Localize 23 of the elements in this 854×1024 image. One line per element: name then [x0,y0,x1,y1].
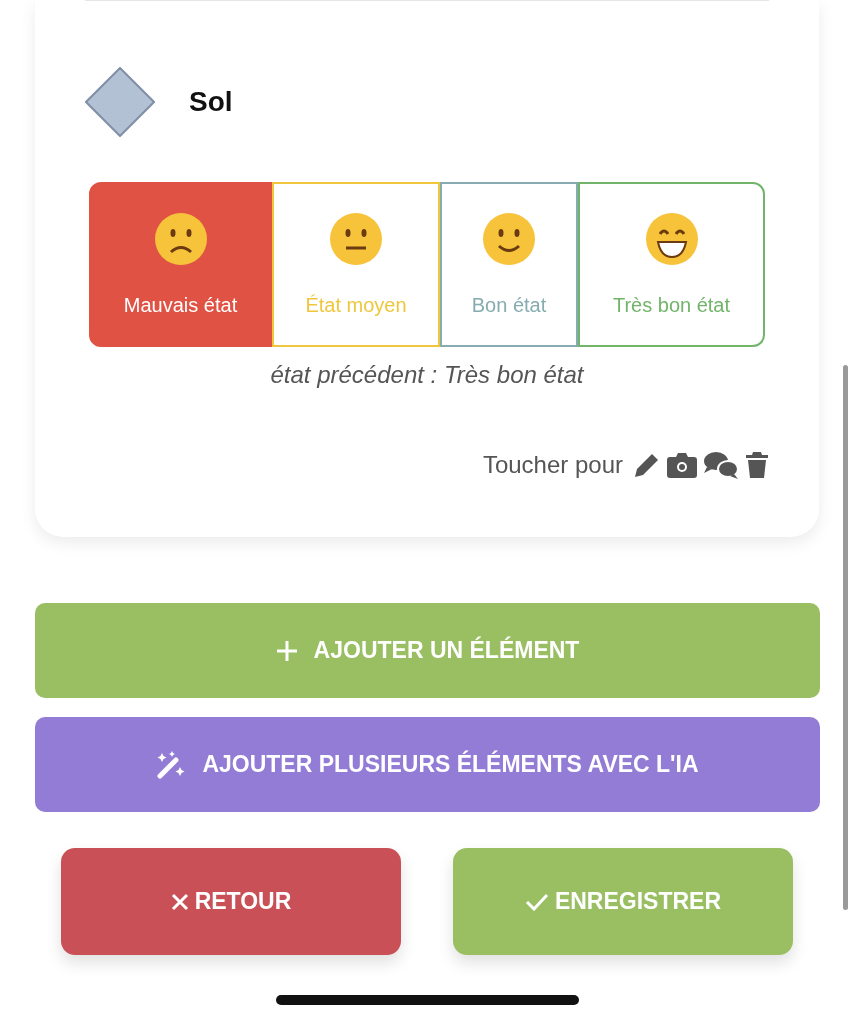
smile-face-icon [482,212,536,266]
condition-option[interactable]: Mauvais état [89,182,272,347]
worried-face-icon [153,212,208,266]
previous-state-text: état précédent : Très bon état [269,361,585,389]
save-button[interactable]: ENREGISTRER [453,848,793,955]
condition-option[interactable]: Très bon état [578,182,765,347]
trash-icon[interactable] [745,451,769,479]
camera-icon[interactable] [667,452,697,478]
back-button[interactable]: RETOUR [61,848,401,955]
neutral-face-icon [329,212,383,266]
comments-icon[interactable] [703,451,739,479]
pencil-icon[interactable] [633,451,661,479]
magic-wand-icon [156,750,187,779]
plus-icon [275,639,298,662]
condition-option[interactable]: Bon état [440,182,578,347]
element-name: Sol [189,86,233,118]
add-element-button[interactable]: AJOUTER UN ÉLÉMENT [35,603,820,698]
add-with-ai-button[interactable]: AJOUTER PLUSIEURS ÉLÉMENTS AVEC L'IA [35,717,820,812]
condition-option[interactable]: État moyen [272,182,440,347]
grin-face-icon [644,212,699,266]
close-icon [170,892,189,911]
check-icon [524,892,549,911]
hint-text: Toucher pour [482,451,623,479]
